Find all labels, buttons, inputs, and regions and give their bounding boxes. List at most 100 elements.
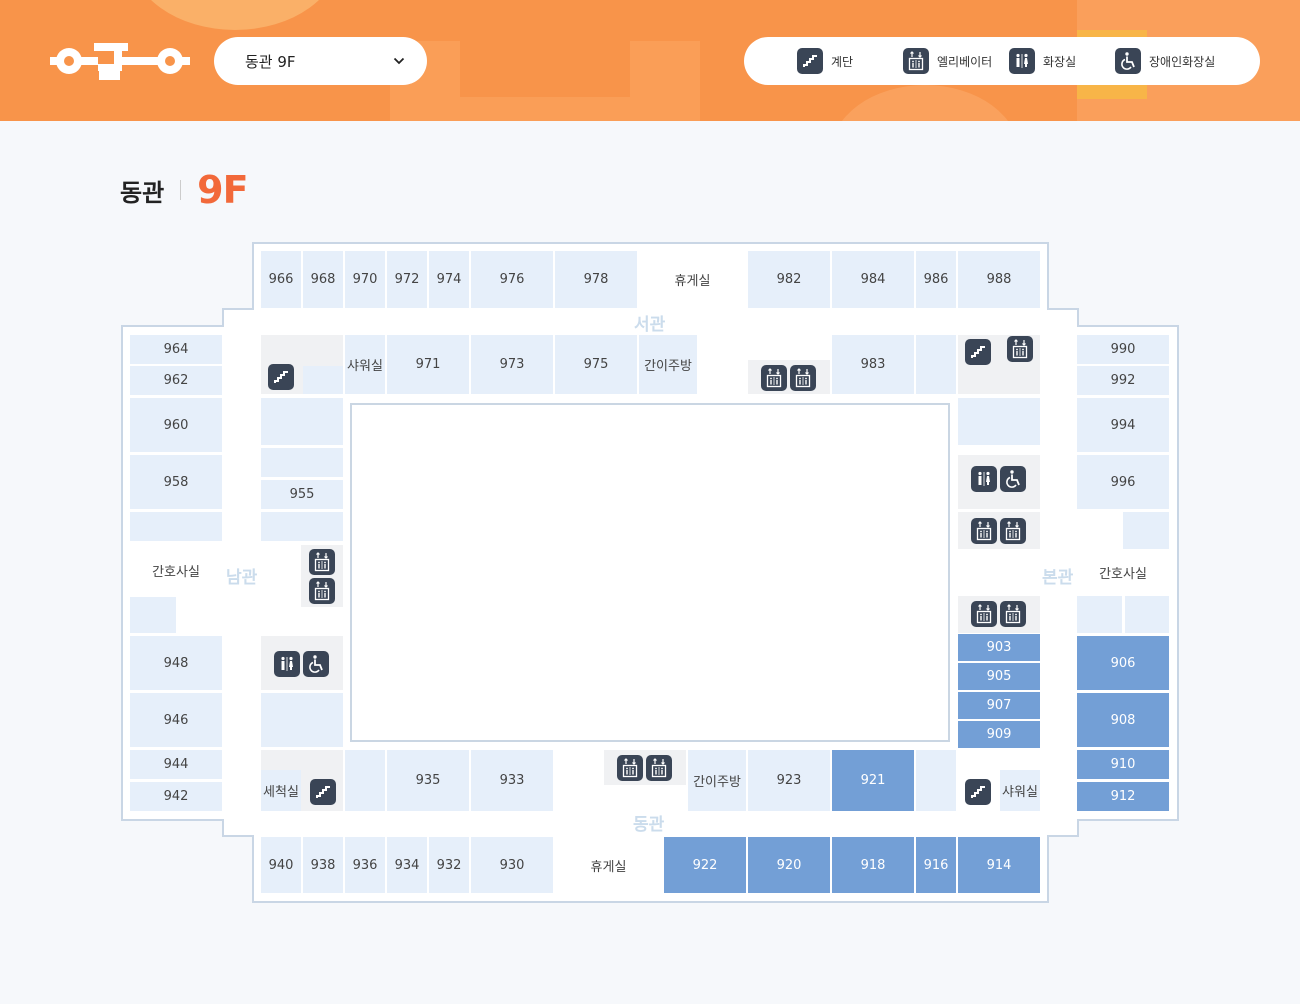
room-unlabeled[interactable]	[1125, 596, 1169, 633]
room-938[interactable]: 938	[303, 837, 343, 893]
room-983[interactable]: 983	[832, 335, 914, 394]
room-unlabeled[interactable]	[345, 750, 385, 811]
room-978[interactable]: 978	[555, 251, 637, 308]
room-968[interactable]: 968	[303, 251, 343, 308]
room-unlabeled[interactable]	[130, 512, 222, 541]
room-982[interactable]: 982	[748, 251, 830, 308]
elevator-icon[interactable]	[790, 365, 816, 391]
room-992[interactable]: 992	[1077, 366, 1169, 395]
room-933[interactable]: 933	[471, 750, 553, 811]
accessible-restroom-icon[interactable]	[1000, 466, 1026, 492]
room-962[interactable]: 962	[130, 366, 222, 395]
kitchenette-bottom[interactable]: 간이주방	[688, 750, 746, 811]
room-unlabeled[interactable]	[261, 448, 343, 477]
room-972[interactable]: 972	[387, 251, 427, 308]
room-994[interactable]: 994	[1077, 398, 1169, 452]
elevator-icon[interactable]	[617, 755, 643, 781]
room-908[interactable]: 908	[1077, 693, 1169, 747]
room-966[interactable]: 966	[261, 251, 301, 308]
room-930[interactable]: 930	[471, 837, 553, 893]
room-906[interactable]: 906	[1077, 636, 1169, 690]
stairs-icon[interactable]	[965, 779, 991, 805]
room-923[interactable]: 923	[748, 750, 830, 811]
room-unlabeled[interactable]	[130, 597, 176, 633]
elevator-icon[interactable]	[646, 755, 672, 781]
legend-item-accessible-restroom: 장애인화장실	[1115, 48, 1215, 74]
nurse-station-left[interactable]: 간호사실	[130, 545, 222, 595]
room-984[interactable]: 984	[832, 251, 914, 308]
room-903[interactable]: 903	[958, 634, 1040, 661]
room-948[interactable]: 948	[130, 636, 222, 690]
room-unlabeled[interactable]	[303, 366, 343, 394]
legend-item-elevator: 엘리베이터	[903, 48, 992, 74]
room-960[interactable]: 960	[130, 398, 222, 452]
lounge-bottom[interactable]: 휴게실	[555, 837, 662, 893]
room-971[interactable]: 971	[387, 335, 469, 394]
room-912[interactable]: 912	[1077, 782, 1169, 811]
room-970[interactable]: 970	[345, 251, 385, 308]
restroom-icon[interactable]	[274, 651, 300, 677]
elevator-icon[interactable]	[761, 365, 787, 391]
room-974[interactable]: 974	[429, 251, 469, 308]
room-934[interactable]: 934	[387, 837, 427, 893]
shower-room-left[interactable]: 샤워실	[345, 335, 385, 394]
stairs-icon[interactable]	[310, 779, 336, 805]
room-922[interactable]: 922	[664, 837, 746, 893]
room-975[interactable]: 975	[555, 335, 637, 394]
accessible-restroom-icon[interactable]	[303, 651, 329, 677]
elevator-icon[interactable]	[971, 518, 997, 544]
room-unlabeled[interactable]	[261, 398, 343, 445]
room-940[interactable]: 940	[261, 837, 301, 893]
room-910[interactable]: 910	[1077, 750, 1169, 779]
elevator-icon[interactable]	[309, 549, 335, 575]
header-bar: 동관 9F 계단 엘리베이터 화장실 장애인화장실	[0, 0, 1300, 121]
room-unlabeled[interactable]	[958, 398, 1040, 445]
room-996[interactable]: 996	[1077, 455, 1169, 509]
elevator-icon[interactable]	[1007, 336, 1033, 362]
shower-room-right[interactable]: 샤워실	[1000, 770, 1040, 811]
room-918[interactable]: 918	[832, 837, 914, 893]
room-unlabeled[interactable]	[1077, 596, 1122, 633]
room-990[interactable]: 990	[1077, 335, 1169, 364]
laundry-room[interactable]: 세척실	[261, 770, 301, 811]
room-unlabeled[interactable]	[916, 750, 956, 811]
room-942[interactable]: 942	[130, 782, 222, 811]
room-988[interactable]: 988	[958, 251, 1040, 308]
elevator-icon[interactable]	[971, 601, 997, 627]
kitchenette-top[interactable]: 간이주방	[639, 335, 697, 394]
lounge-top[interactable]: 휴게실	[639, 251, 746, 308]
stairs-icon[interactable]	[268, 364, 294, 390]
room-921[interactable]: 921	[832, 750, 914, 811]
room-932[interactable]: 932	[429, 837, 469, 893]
room-935[interactable]: 935	[387, 750, 469, 811]
room-unlabeled[interactable]	[1123, 512, 1169, 549]
courtyard	[350, 403, 950, 742]
floor-select[interactable]: 동관 9F	[214, 37, 427, 85]
elevator-icon[interactable]	[1000, 518, 1026, 544]
nurse-station-right[interactable]: 간호사실	[1077, 551, 1169, 593]
room-986[interactable]: 986	[916, 251, 956, 308]
header-decoration	[460, 97, 700, 121]
room-907[interactable]: 907	[958, 692, 1040, 719]
room-976[interactable]: 976	[471, 251, 553, 308]
room-909[interactable]: 909	[958, 721, 1040, 748]
room-973[interactable]: 973	[471, 335, 553, 394]
stairs-icon[interactable]	[965, 339, 991, 365]
room-unlabeled[interactable]	[261, 693, 343, 747]
room-unlabeled[interactable]	[916, 335, 956, 394]
room-916[interactable]: 916	[916, 837, 956, 893]
room-920[interactable]: 920	[748, 837, 830, 893]
room-944[interactable]: 944	[130, 750, 222, 779]
elevator-icon[interactable]	[1000, 601, 1026, 627]
room-905[interactable]: 905	[958, 663, 1040, 690]
room-946[interactable]: 946	[130, 693, 222, 747]
room-958[interactable]: 958	[130, 455, 222, 509]
restroom-icon[interactable]	[971, 466, 997, 492]
room-unlabeled[interactable]	[261, 512, 343, 541]
logo-icon[interactable]	[50, 40, 190, 82]
room-936[interactable]: 936	[345, 837, 385, 893]
room-964[interactable]: 964	[130, 335, 222, 364]
elevator-icon[interactable]	[309, 578, 335, 604]
room-914[interactable]: 914	[958, 837, 1040, 893]
room-955[interactable]: 955	[261, 480, 343, 509]
